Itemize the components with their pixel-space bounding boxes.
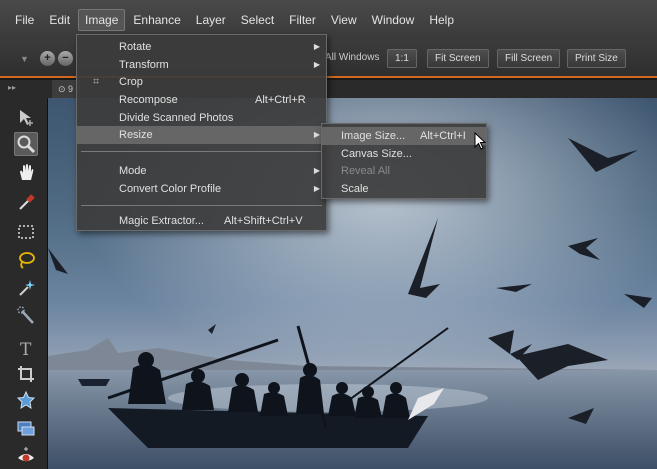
red-eye-tool-icon[interactable] — [14, 444, 38, 468]
menu-item-image-size[interactable]: Image Size... Alt+Ctrl+I — [322, 127, 486, 145]
menu-item-image-size-label: Image Size... — [341, 130, 406, 142]
menu-item-resize[interactable]: Resize ▶ — [77, 126, 326, 144]
menu-view[interactable]: View — [324, 9, 364, 31]
menu-item-canvas-size[interactable]: Canvas Size... — [322, 145, 486, 163]
toolbox: T — [0, 98, 48, 469]
hand-tool-icon[interactable] — [14, 160, 38, 184]
quick-selection-tool-icon[interactable] — [14, 304, 38, 328]
menu-item-canvas-size-label: Canvas Size... — [341, 148, 412, 160]
menu-item-mode-label: Mode — [119, 165, 147, 177]
submenu-arrow-icon: ▶ — [313, 184, 320, 193]
menu-item-recompose[interactable]: Recompose Alt+Ctrl+R — [77, 91, 326, 109]
menu-item-transform[interactable]: Transform ▶ — [77, 56, 326, 74]
menu-item-crop[interactable]: ⌗ Crop — [77, 73, 326, 91]
menu-item-rotate-label: Rotate — [119, 41, 152, 53]
submenu-arrow-icon: ▶ — [313, 42, 320, 51]
menu-item-convert-label: Convert Color Profile — [119, 183, 222, 195]
menu-item-reveal-all-label: Reveal All — [341, 165, 390, 177]
menu-item-resize-label: Resize — [119, 129, 153, 141]
fit-screen-button[interactable]: Fit Screen — [427, 49, 489, 68]
zoom-in-icon[interactable]: + — [40, 51, 55, 66]
menu-item-magic-extractor-label: Magic Extractor... — [119, 215, 204, 227]
recompose-tool-icon[interactable] — [14, 416, 38, 440]
resize-submenu: Image Size... Alt+Ctrl+I Canvas Size... … — [321, 123, 487, 199]
menu-item-divide-scanned-photos[interactable]: Divide Scanned Photos — [77, 109, 326, 127]
menu-item-recompose-label: Recompose — [119, 94, 178, 106]
lasso-tool-icon[interactable] — [14, 248, 38, 272]
move-tool-icon[interactable] — [14, 106, 38, 130]
shape-tool-icon[interactable] — [14, 388, 38, 412]
image-size-shortcut: Alt+Ctrl+I — [420, 130, 466, 142]
menu-item-scale[interactable]: Scale — [322, 180, 486, 198]
magic-extractor-shortcut: Alt+Shift+Ctrl+V — [224, 215, 303, 227]
marquee-tool-icon[interactable] — [14, 220, 38, 244]
crop-icon: ⌗ — [93, 76, 100, 88]
zoom-out-icon[interactable]: − — [58, 51, 73, 66]
menu-image[interactable]: Image — [78, 9, 126, 31]
document-tab-label: 9 — [68, 84, 74, 94]
menu-separator — [81, 205, 322, 206]
menu-separator — [81, 151, 322, 152]
menu-item-divide-label: Divide Scanned Photos — [119, 112, 234, 124]
expand-panel-icon[interactable]: ▸▸ — [8, 83, 16, 92]
all-windows-label[interactable]: All Windows — [325, 52, 379, 63]
magic-wand-tool-icon[interactable] — [14, 276, 38, 300]
crop-tool-icon[interactable] — [14, 362, 38, 386]
image-menu: Rotate ▶ Transform ▶ ⌗ Crop Recompose Al… — [76, 34, 327, 231]
fill-screen-button[interactable]: Fill Screen — [497, 49, 561, 68]
recompose-shortcut: Alt+Ctrl+R — [255, 94, 306, 106]
menu-item-crop-label: Crop — [119, 76, 143, 88]
submenu-arrow-icon: ▶ — [313, 130, 320, 139]
menu-enhance[interactable]: Enhance — [126, 9, 187, 31]
zoom-tool-icon[interactable] — [14, 132, 38, 156]
menu-select[interactable]: Select — [234, 9, 281, 31]
svg-text:T: T — [20, 340, 32, 358]
submenu-arrow-icon: ▶ — [313, 166, 320, 175]
menu-help[interactable]: Help — [422, 9, 461, 31]
menu-item-magic-extractor[interactable]: Magic Extractor... Alt+Shift+Ctrl+V — [77, 212, 326, 230]
menu-item-transform-label: Transform — [119, 59, 169, 71]
options-dropdown-icon[interactable]: ▼ — [20, 54, 29, 64]
menu-window[interactable]: Window — [365, 9, 422, 31]
submenu-arrow-icon: ▶ — [313, 60, 320, 69]
eyedropper-tool-icon[interactable] — [14, 190, 38, 214]
menu-item-mode[interactable]: Mode ▶ — [77, 162, 326, 180]
menu-filter[interactable]: Filter — [282, 9, 323, 31]
print-size-button[interactable]: Print Size — [567, 49, 626, 68]
menu-item-scale-label: Scale — [341, 183, 369, 195]
type-tool-icon[interactable]: T — [14, 336, 38, 360]
menu-item-convert-color-profile[interactable]: Convert Color Profile ▶ — [77, 180, 326, 198]
menu-edit[interactable]: Edit — [42, 9, 77, 31]
menu-item-rotate[interactable]: Rotate ▶ — [77, 38, 326, 56]
menu-file[interactable]: File — [8, 9, 41, 31]
menu-item-reveal-all: Reveal All — [322, 162, 486, 180]
actual-pixels-button[interactable]: 1:1 — [387, 49, 417, 68]
mouse-cursor-icon — [474, 132, 487, 150]
menu-layer[interactable]: Layer — [189, 9, 233, 31]
